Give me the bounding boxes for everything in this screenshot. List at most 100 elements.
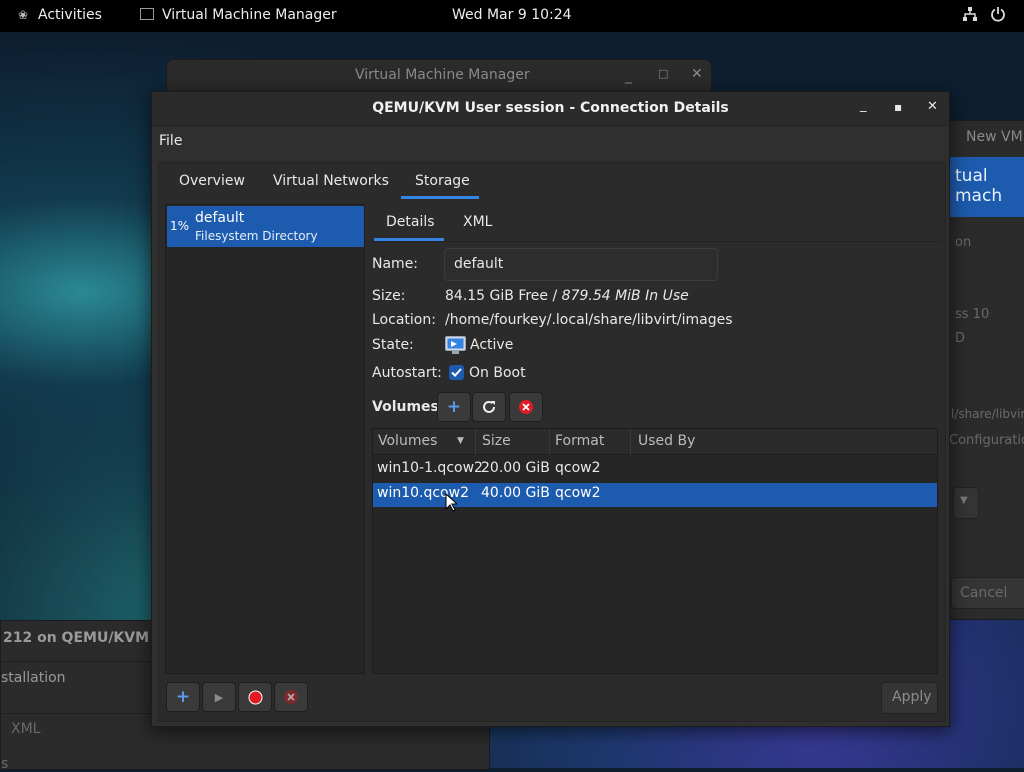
location-label: Location: bbox=[372, 312, 436, 328]
state-value: Active bbox=[470, 337, 514, 353]
cell-volume-format: qcow2 bbox=[555, 485, 601, 501]
tab-overview[interactable]: Overview bbox=[179, 173, 245, 189]
add-pool-button[interactable]: + bbox=[166, 682, 200, 712]
gnome-foot-icon: ❀ bbox=[18, 8, 29, 22]
maximize-icon[interactable]: ▪ bbox=[894, 100, 902, 114]
storage-pool-list[interactable]: 1% default Filesystem Directory bbox=[165, 204, 365, 674]
dialog-titlebar[interactable]: QEMU/KVM User session - Connection Detai… bbox=[152, 92, 949, 126]
vmm-window-title: Virtual Machine Manager bbox=[355, 67, 530, 83]
vmm-maximize-icon[interactable]: □ bbox=[658, 67, 668, 80]
col-used-by-label: Used By bbox=[638, 433, 696, 449]
tab-storage-underline bbox=[401, 196, 479, 199]
size-label: Size: bbox=[372, 288, 406, 304]
delete-icon bbox=[284, 690, 298, 704]
new-vm-text-fragment: l/share/libvirt bbox=[951, 407, 1024, 421]
col-size-label: Size bbox=[482, 433, 511, 449]
subtab-separator bbox=[371, 241, 941, 242]
col-format-label: Format bbox=[555, 433, 605, 449]
name-input-value: default bbox=[454, 256, 504, 272]
console-text-fragment: s bbox=[1, 756, 9, 772]
vmm-app-icon bbox=[140, 8, 154, 20]
refresh-icon bbox=[483, 400, 495, 413]
mouse-cursor-icon bbox=[445, 492, 459, 516]
new-vm-banner: tual mach bbox=[949, 157, 1024, 217]
name-label: Name: bbox=[372, 256, 419, 272]
autostart-checkbox[interactable] bbox=[449, 365, 464, 380]
col-header-format[interactable]: Format bbox=[551, 429, 631, 455]
clock[interactable]: Wed Mar 9 10:24 bbox=[452, 7, 572, 23]
chevron-down-icon: ▼ bbox=[960, 495, 968, 506]
sort-down-icon: ▼ bbox=[457, 436, 464, 446]
size-used: 879.54 MiB In Use bbox=[561, 288, 689, 304]
name-input[interactable]: default bbox=[444, 248, 718, 281]
cell-volume-format: qcow2 bbox=[555, 460, 601, 476]
cell-volume-size: 20.00 GiB bbox=[481, 460, 550, 476]
delete-volume-button[interactable] bbox=[509, 392, 543, 422]
activities-label: Activities bbox=[38, 7, 102, 23]
power-icon[interactable] bbox=[990, 6, 1006, 26]
console-window-title: 212 on QEMU/KVM Us bbox=[3, 630, 174, 646]
volumes-table[interactable]: Volumes ▼ Size Format Used By win10-1.qc… bbox=[372, 428, 938, 674]
app-menu[interactable]: Virtual Machine Manager bbox=[140, 7, 337, 23]
new-vm-banner-text: tual mach bbox=[955, 166, 1003, 206]
connection-details-dialog[interactable]: QEMU/KVM User session - Connection Detai… bbox=[151, 91, 950, 727]
new-vm-text-fragment: ss 10 bbox=[955, 307, 990, 322]
location-value: /home/fourkey/.local/share/libvirt/image… bbox=[445, 312, 733, 328]
activities-button[interactable]: ❀ Activities bbox=[18, 7, 102, 23]
col-header-size[interactable]: Size bbox=[477, 429, 550, 455]
col-volumes-label: Volumes bbox=[378, 433, 438, 449]
console-text-fragment: stallation bbox=[1, 670, 66, 686]
size-free: 84.15 GiB Free / bbox=[445, 288, 562, 304]
play-icon: ▶ bbox=[214, 690, 224, 704]
app-name-label: Virtual Machine Manager bbox=[162, 7, 337, 23]
new-vm-background-window[interactable]: New VM tual mach on ss 10 D l/share/libv… bbox=[948, 120, 1024, 620]
add-volume-button[interactable]: + bbox=[437, 392, 471, 422]
cancel-label: Cancel bbox=[960, 585, 1008, 601]
vmm-close-icon[interactable]: ✕ bbox=[691, 66, 703, 82]
new-vm-text-fragment: D bbox=[955, 331, 966, 346]
cell-volume-size: 40.00 GiB bbox=[481, 485, 550, 501]
size-value: 84.15 GiB Free / 879.54 MiB In Use bbox=[445, 288, 689, 304]
table-row[interactable]: win10-1.qcow2 20.00 GiB qcow2 bbox=[373, 458, 937, 482]
subtab-xml[interactable]: XML bbox=[463, 214, 492, 230]
cell-volume-name: win10-1.qcow2 bbox=[377, 460, 483, 476]
col-header-used-by[interactable]: Used By bbox=[632, 429, 932, 455]
plus-icon: + bbox=[175, 687, 191, 707]
vmm-minimize-icon[interactable]: _ bbox=[625, 68, 632, 84]
apply-button[interactable]: Apply bbox=[881, 682, 938, 714]
pool-usage-percent: 1% bbox=[170, 219, 190, 233]
new-vm-dropdown[interactable]: ▼ bbox=[953, 487, 979, 519]
menu-file[interactable]: File bbox=[159, 133, 182, 149]
network-icon[interactable] bbox=[962, 6, 978, 26]
table-header: Volumes ▼ Size Format Used By bbox=[373, 429, 937, 455]
plus-icon: + bbox=[446, 397, 462, 417]
tab-virtual-networks[interactable]: Virtual Networks bbox=[273, 173, 389, 189]
state-label: State: bbox=[372, 337, 414, 353]
delete-icon bbox=[519, 400, 533, 414]
check-icon bbox=[451, 368, 462, 377]
close-icon[interactable]: ✕ bbox=[927, 99, 938, 114]
autostart-value[interactable]: On Boot bbox=[469, 365, 526, 381]
pool-row-default[interactable]: 1% default Filesystem Directory bbox=[167, 206, 364, 247]
new-vm-title: New VM bbox=[966, 129, 1023, 145]
new-vm-cancel-button[interactable]: Cancel bbox=[951, 577, 1024, 609]
console-xml-tab[interactable]: XML bbox=[11, 721, 40, 737]
tab-storage[interactable]: Storage bbox=[415, 173, 470, 189]
apply-label: Apply bbox=[892, 689, 932, 705]
volumes-label: Volumes bbox=[372, 399, 439, 415]
top-bar: ❀ Activities Virtual Machine Manager Wed … bbox=[0, 0, 1024, 32]
table-row-selected[interactable]: win10.qcow2 40.00 GiB qcow2 bbox=[373, 483, 937, 507]
refresh-volumes-button[interactable] bbox=[472, 392, 506, 422]
new-vm-text-fragment: Configuration bbox=[949, 433, 1024, 448]
col-header-volumes[interactable]: Volumes ▼ bbox=[373, 429, 476, 455]
new-vm-text-fragment: on bbox=[955, 235, 972, 250]
start-pool-button[interactable]: ▶ bbox=[202, 682, 236, 712]
pool-name: default bbox=[195, 210, 245, 226]
autostart-label: Autostart: bbox=[372, 365, 442, 381]
monitor-active-icon bbox=[445, 336, 466, 359]
stop-pool-button[interactable] bbox=[238, 682, 272, 712]
subtab-details[interactable]: Details bbox=[386, 214, 435, 230]
minimize-icon[interactable]: _ bbox=[860, 98, 867, 113]
pool-type: Filesystem Directory bbox=[195, 229, 318, 243]
delete-pool-button[interactable] bbox=[274, 682, 308, 712]
